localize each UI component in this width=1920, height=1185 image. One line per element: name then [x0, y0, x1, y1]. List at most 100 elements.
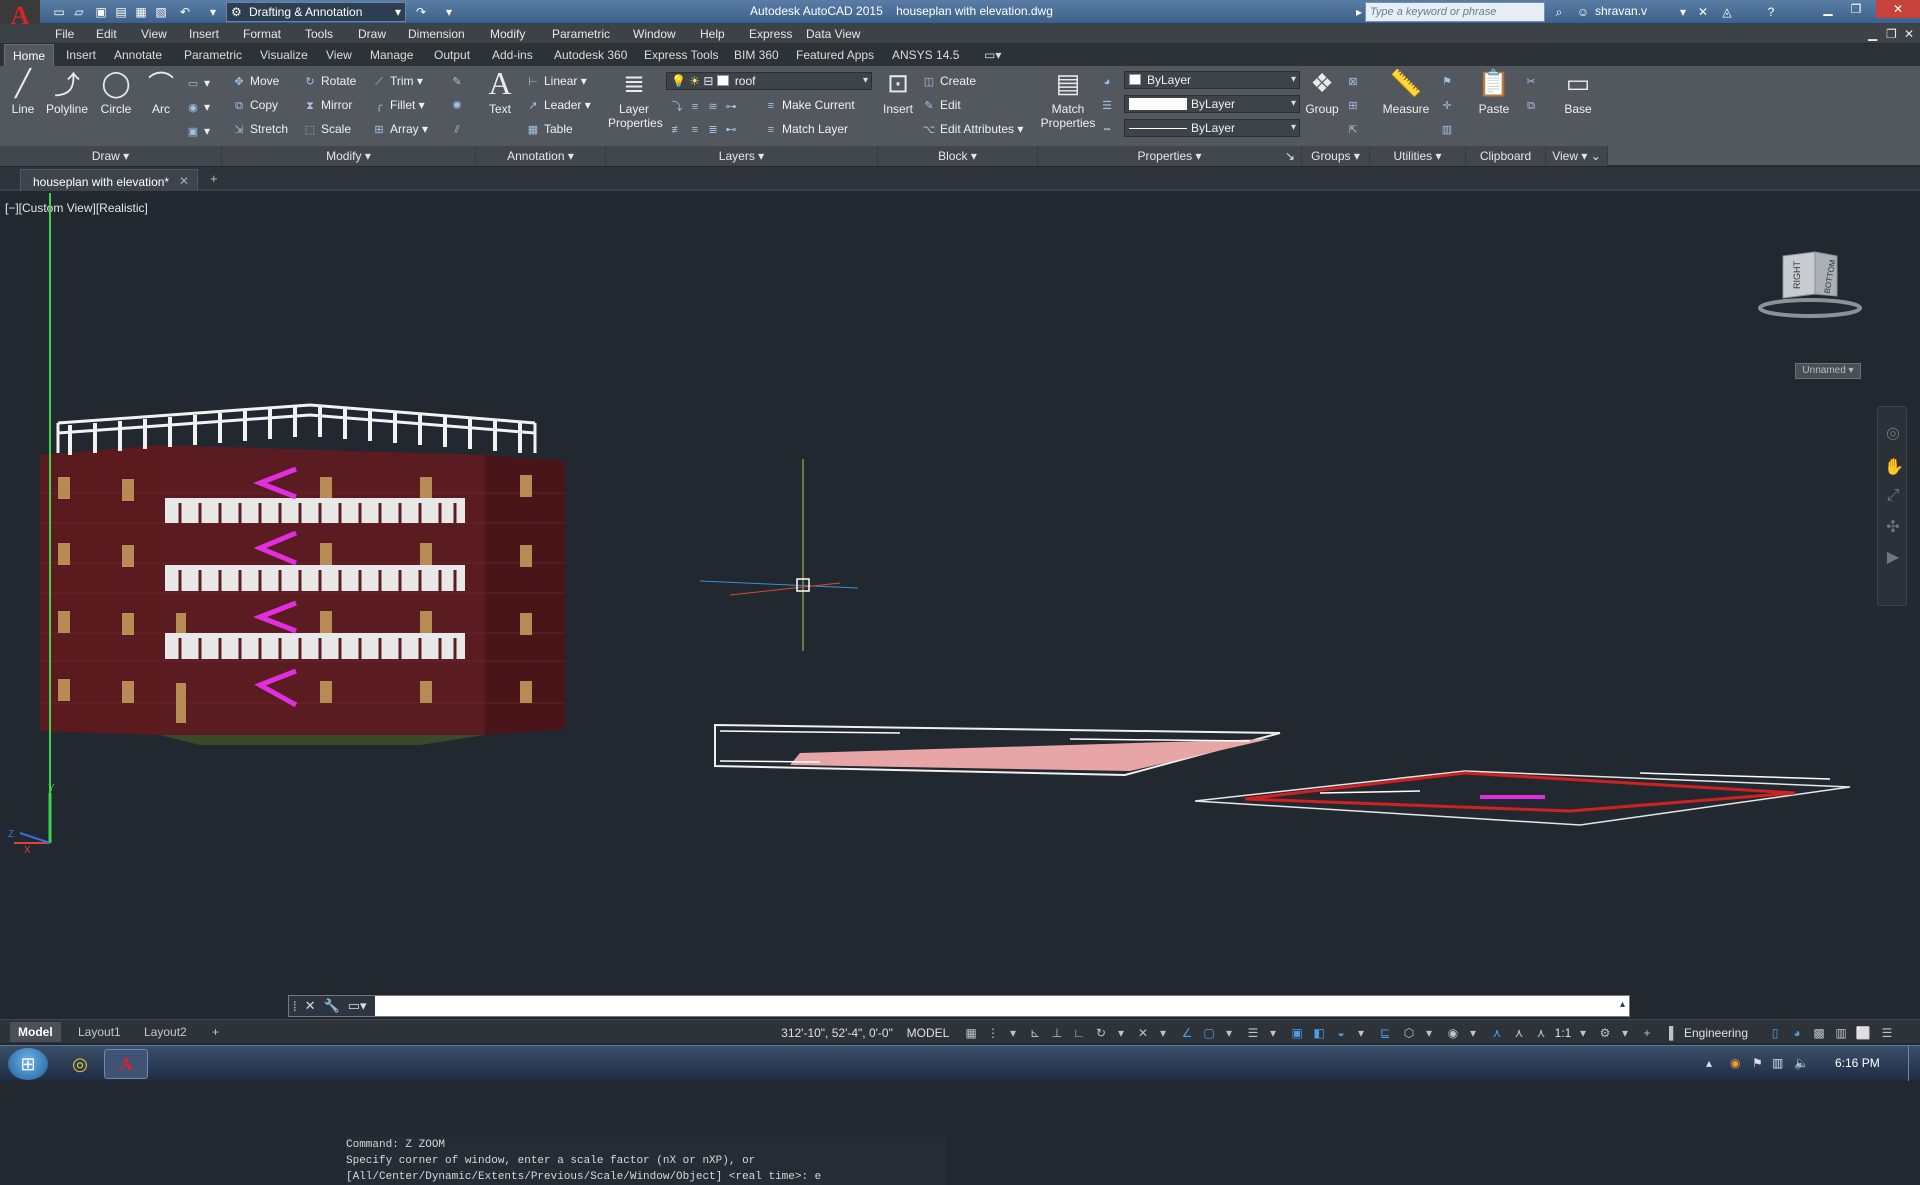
model-space-toggle[interactable]: MODEL	[906, 1024, 950, 1042]
doc-restore-button[interactable]: ❐	[1886, 27, 1897, 41]
trim-button[interactable]: ⟋ Trim ▾	[372, 74, 423, 88]
chrome-taskbar-icon[interactable]: ◎	[58, 1049, 102, 1079]
leader-button[interactable]: ↗ Leader ▾	[526, 98, 590, 112]
view-panel-title[interactable]: View ▾ ⌄	[1546, 146, 1608, 166]
explode-button[interactable]: ✺	[450, 98, 468, 112]
tab-layout1[interactable]: Layout1	[70, 1022, 129, 1042]
tab-ansys[interactable]: ANSYS 14.5	[892, 48, 959, 62]
properties-launcher-icon[interactable]: ↘	[1285, 146, 1295, 166]
match-properties-button[interactable]: ▤ Match Properties	[1040, 68, 1096, 131]
polyline-button[interactable]: ⤴ Polyline	[42, 68, 92, 117]
command-history-toggle-icon[interactable]: ▴	[1620, 999, 1625, 1010]
quick-properties-icon[interactable]: ▯	[1766, 1025, 1784, 1041]
tab-manage[interactable]: Manage	[370, 48, 413, 62]
menu-window[interactable]: Window	[633, 27, 676, 41]
properties-panel-title[interactable]: Properties ▾ ↘	[1038, 146, 1302, 166]
offset-button[interactable]: ⫽	[450, 122, 468, 136]
draw-panel-title[interactable]: Draw ▾	[0, 146, 222, 166]
scale-button[interactable]: ⬚ Scale	[303, 122, 351, 136]
layers-panel-title[interactable]: Layers ▾	[606, 146, 878, 166]
file-tab[interactable]: houseplan with elevation* ✕	[20, 169, 199, 191]
utilities-panel-title[interactable]: Utilities ▾	[1370, 146, 1466, 166]
menu-view[interactable]: View	[141, 27, 167, 41]
group-button[interactable]: ❖ Group	[1304, 68, 1340, 117]
transparency-dropdown-icon[interactable]: ▾	[1264, 1025, 1282, 1041]
viewcube-right-face[interactable]: RIGHT	[1792, 261, 1802, 289]
menu-data-view[interactable]: Data View	[806, 27, 860, 41]
undo-icon[interactable]: ↶	[176, 3, 194, 21]
tab-express-tools[interactable]: Express Tools	[644, 48, 718, 62]
fillet-button[interactable]: ╭ Fillet ▾	[372, 98, 425, 112]
menu-parametric[interactable]: Parametric	[552, 27, 610, 41]
plot-preview-icon[interactable]: ▧	[152, 3, 170, 21]
scale-dropdown-icon[interactable]: ▾	[1574, 1025, 1592, 1041]
isodraft-icon[interactable]: ✕	[1134, 1025, 1152, 1041]
tab-output[interactable]: Output	[434, 48, 470, 62]
user-dropdown-icon[interactable]: ▾	[1674, 3, 1692, 21]
tab-autodesk-360[interactable]: Autodesk 360	[554, 48, 627, 62]
insert-block-button[interactable]: ⊡ Insert	[880, 68, 916, 117]
workspace-dropdown[interactable]: ⚙ Drafting & Annotation ▾	[226, 2, 406, 22]
isolate-objects-icon[interactable]: ◕	[1788, 1025, 1806, 1041]
clean-screen-icon[interactable]: ▥	[1832, 1025, 1850, 1041]
menu-edit[interactable]: Edit	[96, 27, 117, 41]
qat-customize-icon[interactable]: ▾	[440, 3, 458, 21]
snap-dropdown-icon[interactable]: ▾	[1004, 1025, 1022, 1041]
auto-scale-icon[interactable]: ⋏	[1510, 1025, 1528, 1041]
binoculars-icon[interactable]: ⌕	[1550, 3, 1568, 21]
ribbon-options-icon[interactable]: ▭▾	[984, 48, 1001, 62]
gizmo-dropdown-icon[interactable]: ▾	[1420, 1025, 1438, 1041]
gizmo-icon[interactable]: ⬡	[1400, 1025, 1418, 1041]
isodraft-dropdown-icon[interactable]: ▾	[1154, 1025, 1172, 1041]
create-block-button[interactable]: ◫ Create	[922, 74, 976, 88]
add-layout-icon[interactable]: +	[204, 1022, 227, 1042]
save-icon[interactable]: ▣	[92, 3, 110, 21]
tab-featured-apps[interactable]: Featured Apps	[796, 48, 874, 62]
doc-minimize-button[interactable]: ▁	[1868, 27, 1877, 41]
new-tab-icon[interactable]: +	[210, 171, 218, 186]
3d-osnap-icon[interactable]: ◧	[1310, 1025, 1328, 1041]
show-desktop-button[interactable]	[1908, 1046, 1920, 1081]
close-command-icon[interactable]: ✕	[305, 998, 316, 1014]
rectangle-icon[interactable]: ▭ ▾	[186, 76, 210, 90]
tab-visualize[interactable]: Visualize	[260, 48, 308, 62]
maximize-button[interactable]: ❐	[1842, 0, 1870, 18]
cut-icon[interactable]: ✂	[1524, 74, 1542, 88]
layer-tools-row2[interactable]: ≢ ≡ ≣ ⊷	[670, 122, 742, 136]
measure-button[interactable]: 📏 Measure	[1378, 68, 1434, 117]
text-button[interactable]: A Text	[482, 65, 518, 117]
start-button[interactable]: ⊞	[8, 1048, 48, 1080]
grip-icon[interactable]: ⁞	[293, 999, 297, 1014]
dynamic-ucs-icon[interactable]: ◒	[1332, 1025, 1350, 1041]
tab-layout2[interactable]: Layout2	[136, 1022, 195, 1042]
tab-parametric[interactable]: Parametric	[184, 48, 242, 62]
linear-dimension-button[interactable]: ⊢ Linear ▾	[526, 74, 587, 88]
stretch-button[interactable]: ⇲ Stretch	[232, 122, 288, 136]
layer-tools-row1[interactable]: ⤵ ≡ ≋ ⊶	[670, 98, 742, 113]
save-as-icon[interactable]: ▤	[112, 3, 130, 21]
menu-help[interactable]: Help	[700, 27, 725, 41]
calculator-icon[interactable]: ▥	[1440, 122, 1458, 136]
annotation-scale-value[interactable]: 1:1	[1552, 1024, 1574, 1042]
volume-icon[interactable]: 🔈	[1794, 1056, 1809, 1070]
tab-home[interactable]: Home	[4, 44, 55, 66]
base-view-button[interactable]: ▭ Base	[1560, 68, 1596, 117]
close-tab-icon[interactable]: ✕	[179, 174, 189, 188]
menu-format[interactable]: Format	[243, 27, 281, 41]
move-button[interactable]: ✥ Move	[232, 74, 279, 88]
drawing-viewport[interactable]: [−][Custom View][Realistic] Y Z X RIGHT …	[0, 193, 1920, 1185]
user-sign-in[interactable]: shravan.v	[1595, 4, 1647, 18]
lineweight-dropdown[interactable]: ByLayer	[1124, 95, 1300, 113]
arc-button[interactable]: ⌒ Arc	[144, 68, 178, 117]
customization-menu-icon[interactable]: ☰	[1878, 1025, 1896, 1041]
array-button[interactable]: ⊞ Array ▾	[372, 122, 428, 136]
linetype-dropdown[interactable]: ByLayer	[1124, 119, 1300, 137]
groups-panel-title[interactable]: Groups ▾	[1302, 146, 1370, 166]
dynamic-ucs-dropdown-icon[interactable]: ▾	[1352, 1025, 1370, 1041]
make-current-button[interactable]: ≡ Make Current	[764, 98, 855, 112]
menu-draw[interactable]: Draw	[358, 27, 386, 41]
annotation-visibility-dropdown-icon[interactable]: ▾	[1464, 1025, 1482, 1041]
wrench-icon[interactable]: 🔧	[324, 998, 340, 1014]
edit-block-button[interactable]: ✎ Edit	[922, 98, 960, 112]
system-clock[interactable]: 6:16 PM	[1835, 1056, 1880, 1070]
